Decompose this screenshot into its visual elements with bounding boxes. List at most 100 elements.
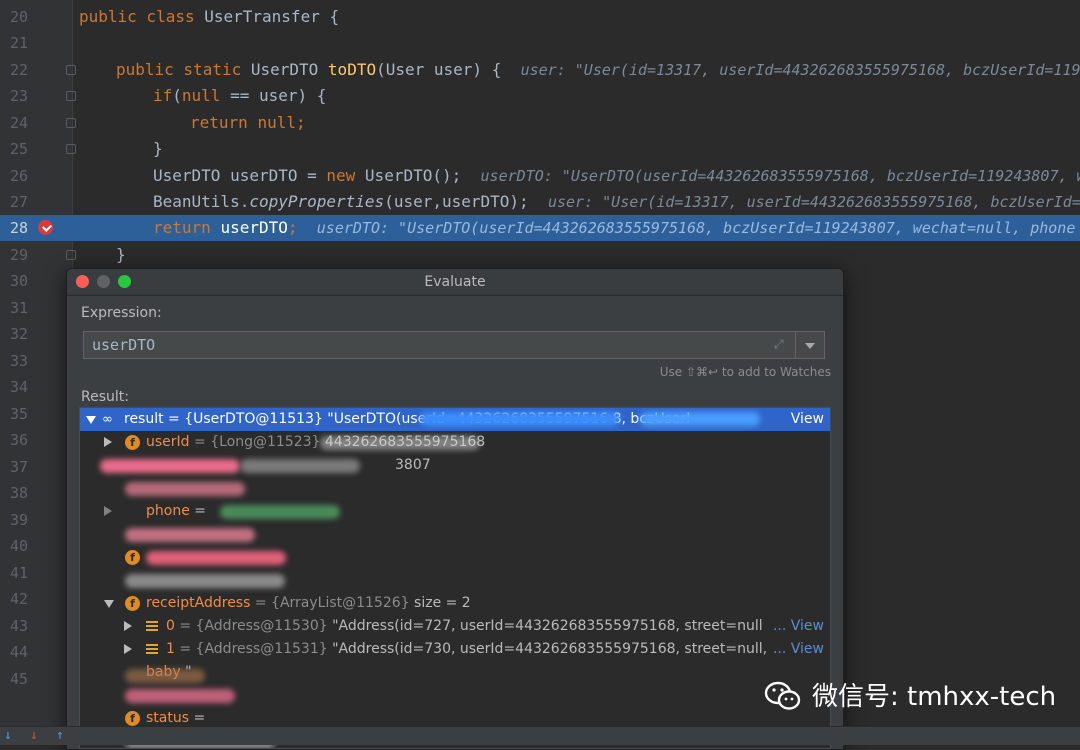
code-line-27[interactable]: BeanUtils.copyProperties(user,userDTO); … [153,189,1080,215]
type-name: UserDTO [250,60,328,79]
fold-marker-icon[interactable] [66,144,76,154]
fold-marker-icon[interactable] [66,118,76,128]
expand-arrow-icon[interactable] [124,621,132,631]
result-tree[interactable]: ∞ result = {UserDTO@11513} "UserDTO(user… [79,407,831,749]
view-link[interactable]: View [791,408,824,431]
fold-marker-icon[interactable] [66,250,76,260]
keyword: return [190,113,258,132]
keyword: null [181,86,221,105]
history-dropdown-button[interactable] [795,332,824,358]
inline-debug-value: user: "User(id=13317, userId=44326268355… [520,61,1080,79]
inline-debug-value: userDTO: "UserDTO(userId=443262683555975… [316,219,1076,237]
field-name: status [146,710,190,726]
redaction [125,528,255,542]
redaction [125,689,235,703]
code-line-22[interactable]: public static UserDTO toDTO(User user) {… [116,57,1080,83]
tree-row-receiptAddress[interactable]: f receiptAddress = {ArrayList@11526} siz… [80,592,830,615]
tree-row-userId[interactable]: f userId = {Long@11523} 4432626835559751… [80,431,830,454]
tree-row-redacted[interactable] [80,477,830,500]
code-line-26[interactable]: UserDTO userDTO = new UserDTO(); userDTO… [153,163,1080,189]
tree-row-redacted[interactable]: 3807 [80,454,830,477]
line-number: 27 [9,193,28,211]
fold-marker-icon[interactable] [66,91,76,101]
code-line-25[interactable]: } [153,136,163,162]
field-ref: = {Address@11530} [174,618,333,634]
tree-row-address-0[interactable]: 0 = {Address@11530} "Address(id=727, use… [80,615,830,638]
line-number: 36 [9,431,28,449]
line-number: 39 [9,511,28,529]
field-name: receiptAddress [146,595,251,611]
debug-toolbar[interactable]: ↓ ↓ ↑ [0,726,1080,745]
code-line-28[interactable]: return userDTO; userDTO: "UserDTO(userId… [153,215,1075,241]
watermark-text: 微信号: tmhxx-tech [812,682,1057,712]
code-text: ; [295,113,306,132]
expand-arrow-icon[interactable] [124,644,132,654]
index: 0 [166,618,175,634]
fold-marker-icon[interactable] [66,65,76,75]
view-link[interactable]: ... View [773,638,824,661]
method-name: copyProperties [249,192,385,211]
redaction [100,459,240,473]
expand-arrow-icon[interactable] [104,506,112,516]
dialog-titlebar[interactable]: Evaluate [67,269,843,296]
redaction [640,412,760,426]
line-number: 34 [9,378,28,396]
code-text: UserDTO userDTO = [153,166,327,185]
code-text: (user,userDTO); [384,192,529,211]
line-number: 26 [9,167,28,185]
field-icon: f [125,711,140,726]
field-value: = [189,710,206,726]
tree-row-redacted[interactable]: f [80,546,830,569]
code-line-23[interactable]: if(null == user) { [153,83,326,109]
expression-input[interactable]: userDTO ⤢ [83,331,825,359]
keyword: new [326,166,365,185]
code-text: userDTO [220,218,288,237]
evaluate-dialog[interactable]: Evaluate Expression: userDTO ⤢ Use ⇧⌘↩ t… [66,268,844,750]
result-row[interactable]: ∞ result = {UserDTO@11513} "UserDTO(user… [80,408,830,431]
line-number: 40 [9,537,28,555]
view-link[interactable]: ... View [773,615,824,638]
field-value: size = 2 [414,595,471,611]
class-name: UserTransfer { [204,7,340,26]
code-line-24[interactable]: return null; [190,110,306,136]
step-out-icon[interactable]: ↑ [56,728,64,743]
keyword: public class [79,7,205,26]
line-number: 20 [9,8,28,26]
keyword: public static [116,60,251,79]
method-args: (User user) { [376,60,502,79]
step-over-icon[interactable]: ↓ [4,728,12,743]
expand-icon[interactable]: ⤢ [774,338,786,350]
add-to-watches-hint: Use ⇧⌘↩ to add to Watches [659,365,831,379]
line-number: 33 [9,352,28,370]
step-into-icon[interactable]: ↓ [30,728,38,743]
tree-row-address-1[interactable]: 1 = {Address@11531} "Address(id=730, use… [80,638,830,661]
code-text: UserDTO(); [364,166,462,185]
tree-row-redacted[interactable] [80,569,830,592]
array-element-icon [146,644,158,654]
collapse-arrow-icon[interactable] [86,416,96,424]
tree-row-baby[interactable]: baby " [80,661,830,684]
tree-row-phone[interactable]: phone = [80,500,830,523]
field-ref: = {Long@11523} [189,434,325,450]
redaction [125,669,205,683]
code-text: ( [172,86,182,105]
tree-row-redacted[interactable] [80,684,830,707]
field-icon: f [125,596,140,611]
expression-value: userDTO [92,336,156,354]
collapse-arrow-icon[interactable] [104,600,114,608]
line-number: 43 [9,617,28,635]
code-line-29[interactable]: } [116,242,126,268]
tree-row-redacted[interactable] [80,523,830,546]
code-line-20[interactable]: public class UserTransfer { [79,4,339,30]
redaction [220,505,340,519]
line-number: 24 [9,114,28,132]
breakpoint-icon[interactable] [38,220,53,235]
line-number: 23 [9,87,28,105]
code-text: == user) { [220,86,327,105]
wechat-icon [764,681,801,710]
line-number: 21 [9,34,28,52]
expand-arrow-icon[interactable] [104,437,112,447]
code-text: ; [287,218,298,237]
redaction [240,459,360,473]
field-name: phone [146,503,190,519]
